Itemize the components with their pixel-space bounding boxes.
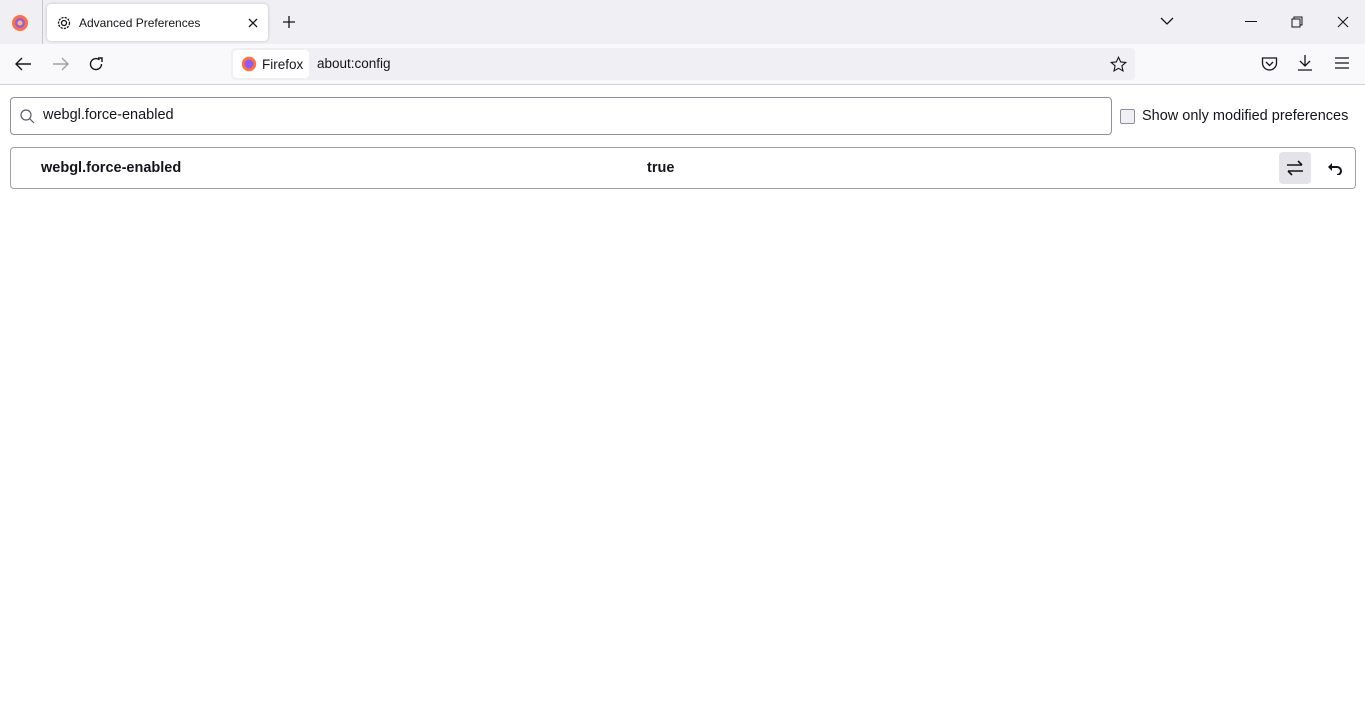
search-input[interactable] [43,107,1043,123]
tab-advanced-preferences[interactable]: Advanced Preferences [47,4,268,41]
search-field[interactable] [10,97,1112,135]
firefox-view-icon[interactable] [10,12,30,32]
reload-icon[interactable] [88,56,104,72]
menu-icon[interactable] [1335,57,1349,69]
identity-box[interactable]: Firefox [233,50,309,78]
chevron-down-icon[interactable] [1160,16,1174,26]
tab-bar: Advanced Preferences [0,0,1365,44]
identity-label: Firefox [262,56,304,72]
preference-value[interactable]: true [647,160,674,176]
undo-icon [1328,163,1342,175]
new-tab-icon[interactable] [282,15,296,29]
back-icon[interactable] [15,57,32,71]
toggle-button[interactable] [1279,152,1311,184]
navigation-toolbar: Firefox about:config [0,44,1365,85]
checkbox-label: Show only modified preferences [1142,108,1349,124]
tab-title: Advanced Preferences [79,15,201,30]
divider [42,0,43,44]
preference-row: webgl.force-enabled true [10,147,1356,189]
checkbox[interactable] [1120,108,1135,124]
reset-button[interactable] [1319,152,1351,184]
minimize-icon[interactable] [1245,21,1257,23]
close-icon[interactable] [247,17,259,29]
url-text[interactable]: about:config [317,56,391,71]
url-bar[interactable]: Firefox about:config [231,48,1135,80]
close-window-icon[interactable] [1337,16,1349,28]
search-icon [20,109,35,124]
preference-name: webgl.force-enabled [41,160,182,176]
toggle-icon [1287,160,1303,176]
restore-icon[interactable] [1291,16,1303,28]
forward-icon[interactable] [52,57,69,71]
gear-icon [57,16,71,29]
downloads-icon[interactable] [1297,54,1313,72]
show-modified-checkbox[interactable]: Show only modified preferences [1120,108,1348,124]
pocket-icon[interactable] [1261,56,1278,72]
bookmark-star-icon[interactable] [1110,56,1127,73]
firefox-logo-icon [241,56,257,72]
